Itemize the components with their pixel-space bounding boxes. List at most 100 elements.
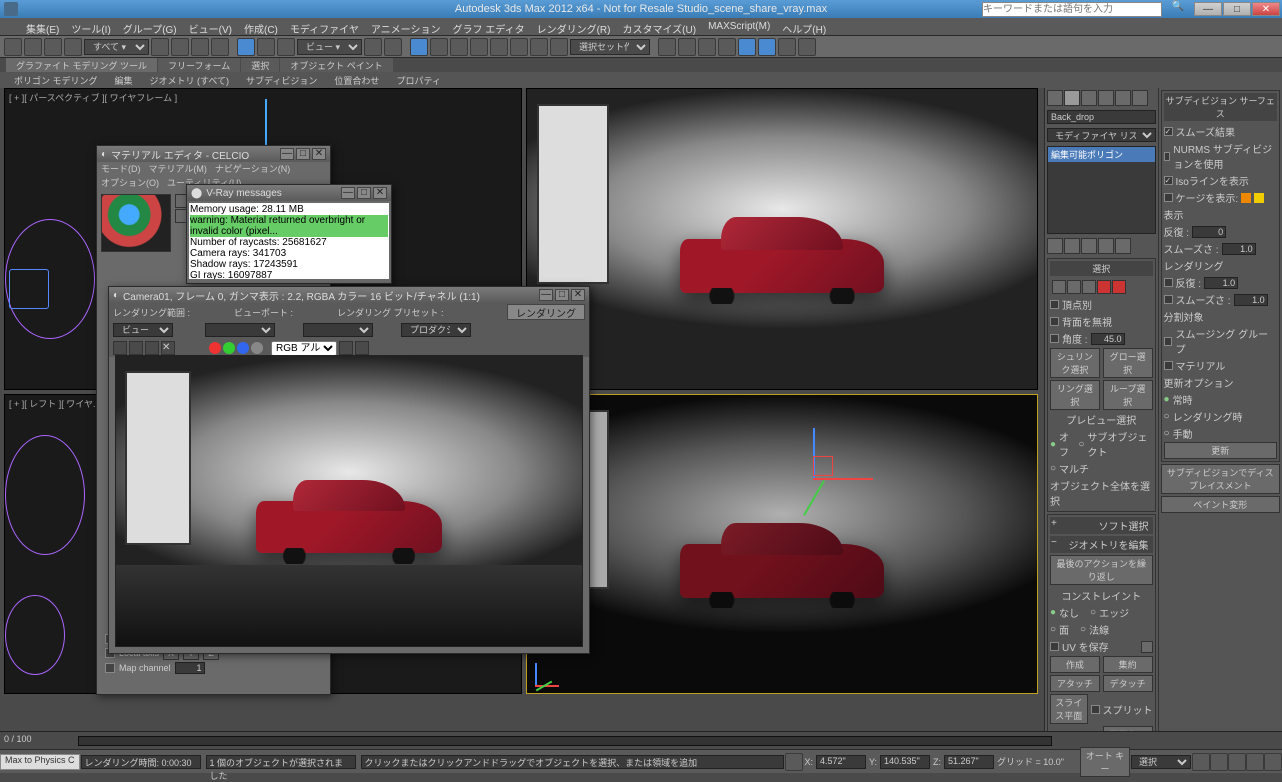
preset-dropdown[interactable] (303, 323, 373, 337)
rect-select-icon[interactable] (191, 38, 209, 56)
clone-icon[interactable] (145, 341, 159, 355)
ribbon-geom[interactable]: ジオメトリ (すべて) (142, 72, 238, 88)
tab-create-icon[interactable] (1047, 90, 1063, 106)
map-channel-check[interactable] (105, 663, 115, 673)
coord-x-field[interactable]: 4.572" (816, 755, 866, 769)
render-max-icon[interactable]: □ (555, 289, 569, 301)
render-frame-icon[interactable] (758, 38, 776, 56)
toggle-ui-icon[interactable] (339, 341, 353, 355)
menu-create[interactable]: 作成(C) (238, 18, 284, 35)
by-angle-check[interactable] (1050, 334, 1059, 343)
detach-button[interactable]: デタッチ (1103, 675, 1153, 692)
menu-customize[interactable]: カスタマイズ(U) (616, 18, 702, 35)
render-area-dropdown[interactable]: ビュー (113, 323, 173, 337)
update-manual[interactable]: 手動 (1173, 426, 1193, 441)
mat-check[interactable] (1164, 361, 1173, 370)
r-iter-check[interactable] (1164, 278, 1173, 287)
ignore-backface-check[interactable] (1050, 317, 1059, 326)
mat-menu-nav[interactable]: ナビゲーション(N) (215, 162, 290, 176)
cage-color-2[interactable] (1254, 193, 1264, 203)
loop-button[interactable]: ループ選択 (1103, 380, 1153, 410)
border-subobj-icon[interactable] (1082, 280, 1096, 294)
mat-editor-titlebar[interactable]: ◐ マテリアル エディタ - CELCIO — □ ✕ (97, 146, 330, 162)
mat-menu-mode[interactable]: モード(D) (101, 162, 141, 176)
isoline-check[interactable] (1164, 176, 1173, 185)
ribbon-tab-selection[interactable]: 選択 (241, 58, 279, 72)
coord-z-field[interactable]: 51.267" (944, 755, 994, 769)
coord-y-field[interactable]: 140.535" (880, 755, 930, 769)
poly-subobj-icon[interactable] (1097, 280, 1111, 294)
preserve-uv-settings-icon[interactable] (1141, 641, 1153, 653)
preview-off[interactable]: オフ (1059, 429, 1075, 459)
softsel-rollout[interactable]: ソフト選択 (1099, 522, 1149, 533)
menu-view[interactable]: ビュー(V) (183, 18, 238, 35)
time-track[interactable] (78, 736, 1052, 746)
maximize-button[interactable]: □ (1223, 2, 1251, 16)
keymode-dropdown[interactable]: 選択 (1131, 755, 1191, 769)
vray-log[interactable]: Memory usage: 28.11 MB warning: Material… (189, 203, 389, 279)
create-button[interactable]: 作成 (1050, 656, 1100, 673)
curve-editor-icon[interactable] (658, 38, 676, 56)
update-always[interactable]: 常時 (1173, 392, 1193, 407)
play-start-icon[interactable] (1192, 753, 1210, 771)
viewport-dropdown[interactable] (205, 323, 275, 337)
mat-editor-icon[interactable] (718, 38, 736, 56)
vray-max-icon[interactable]: □ (357, 187, 371, 199)
pin-stack-icon[interactable] (1047, 238, 1063, 254)
mirror-icon[interactable] (510, 38, 528, 56)
subdiv-disp-rollout[interactable]: サブディビジョンでディスプレイスメント (1161, 464, 1280, 494)
nurms-check[interactable] (1164, 152, 1171, 161)
channel-dropdown[interactable]: RGB アルファ (271, 341, 337, 356)
cons-none[interactable]: なし (1059, 605, 1079, 620)
collapse-button[interactable]: 集約 (1103, 656, 1153, 673)
link-icon[interactable] (44, 38, 62, 56)
object-name-field[interactable]: Back_drop (1047, 110, 1156, 124)
angle-snap-icon[interactable] (430, 38, 448, 56)
sliceplane-button[interactable]: スライス平面 (1050, 694, 1088, 724)
align-icon[interactable] (530, 38, 548, 56)
vray-close-icon[interactable]: ✕ (373, 187, 387, 199)
mat-min-icon[interactable]: — (280, 148, 294, 160)
show-cage-check[interactable] (1164, 193, 1173, 202)
tab-utilities-icon[interactable] (1132, 90, 1148, 106)
cons-edge[interactable]: エッジ (1099, 605, 1129, 620)
editgeom-rollout[interactable]: ジオメトリを編集 (1069, 541, 1149, 552)
menu-rendering[interactable]: レンダリング(R) (531, 18, 617, 35)
selection-rollout-title[interactable]: 選択 (1050, 261, 1153, 276)
menu-help[interactable]: ヘルプ(H) (776, 18, 832, 35)
ribbon-tab-objectpaint[interactable]: オブジェクト ペイント (280, 58, 393, 72)
modifier-stack[interactable]: 編集可能ポリゴン (1047, 146, 1156, 234)
render-frame-window[interactable]: ◐ Camera01, フレーム 0, ガンマ表示 : 2.2, RGBA カラ… (108, 286, 590, 654)
play-prev-icon[interactable] (1210, 753, 1228, 771)
pivot-icon[interactable] (364, 38, 382, 56)
production-dropdown[interactable]: プロダクション (401, 323, 471, 337)
percent-snap-icon[interactable] (450, 38, 468, 56)
render-titlebar[interactable]: ◐ Camera01, フレーム 0, ガンマ表示 : 2.2, RGBA カラ… (109, 287, 589, 303)
mat-max-icon[interactable]: □ (296, 148, 310, 160)
menu-edit[interactable]: 集集(E) (20, 18, 65, 35)
render-setup-icon[interactable] (738, 38, 756, 56)
snap-toggle-icon[interactable] (410, 38, 428, 56)
save-image-icon[interactable] (113, 341, 127, 355)
r-iter-input[interactable] (1204, 277, 1238, 289)
layers-icon[interactable] (550, 38, 568, 56)
ribbon-tab-modeling[interactable]: グラファイト モデリング ツール (6, 58, 157, 72)
move-icon[interactable] (237, 38, 255, 56)
tab-modify-icon[interactable] (1064, 90, 1080, 106)
select-name-icon[interactable] (171, 38, 189, 56)
vray-min-icon[interactable]: — (341, 187, 355, 199)
tab-hierarchy-icon[interactable] (1081, 90, 1097, 106)
channel-a-icon[interactable] (251, 342, 263, 354)
coord-dropdown[interactable]: ビュー ▾ (297, 39, 362, 55)
ribbon-props[interactable]: プロパティ (388, 72, 448, 88)
shrink-button[interactable]: シュリンク選択 (1050, 348, 1100, 378)
preview-multi[interactable]: マルチ (1059, 461, 1089, 476)
render-close-icon[interactable]: ✕ (571, 289, 585, 301)
unique-icon[interactable] (1081, 238, 1097, 254)
render-button[interactable]: レンダリング (507, 304, 585, 320)
config-icon[interactable] (1115, 238, 1131, 254)
attach-button[interactable]: アタッチ (1050, 675, 1100, 692)
tab-display-icon[interactable] (1115, 90, 1131, 106)
render-output[interactable] (115, 355, 583, 647)
teapot-render-icon[interactable] (798, 38, 816, 56)
